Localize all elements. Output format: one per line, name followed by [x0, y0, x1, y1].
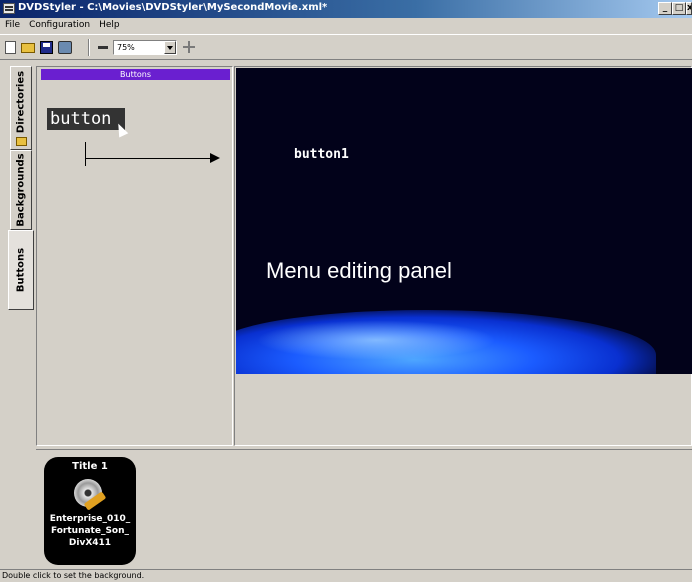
title-thumbnail[interactable]: Title 1 Enterprise_010_ Fortunate_Son_ D…: [44, 457, 136, 565]
arrow-right-icon: [210, 153, 220, 163]
zoom-select[interactable]: 75%: [113, 40, 177, 55]
window-title: DVDStyler - C:\Movies\DVDStyler\MySecond…: [18, 2, 328, 13]
menu-editor-area: button1 Menu editing panel: [234, 66, 692, 446]
maximize-button[interactable]: □: [672, 2, 686, 15]
status-bar: Double click to set the background.: [0, 569, 692, 582]
buttons-panel: Buttons button: [36, 66, 233, 446]
menu-configuration[interactable]: Configuration: [24, 18, 94, 30]
dvdstyler-window: DVDStyler - C:\Movies\DVDStyler\MySecond…: [0, 0, 692, 582]
save-button[interactable]: [40, 40, 56, 55]
mouse-cursor-icon: [113, 121, 129, 138]
titleset-panel: Title 1 Enterprise_010_ Fortunate_Son_ D…: [36, 449, 692, 569]
menu-bar: File Configuration Help: [0, 18, 692, 34]
title-label: Title 1: [72, 461, 108, 472]
save-icon: [40, 41, 53, 54]
menu-canvas[interactable]: button1 Menu editing panel: [236, 68, 692, 374]
open-folder-icon: [21, 43, 35, 53]
new-file-icon: [5, 41, 16, 54]
zoom-in-icon[interactable]: [183, 41, 195, 53]
settings-icon: [58, 41, 72, 54]
drag-arrow-line: [85, 158, 211, 159]
title-filename: Enterprise_010_ Fortunate_Son_ DivX411: [49, 514, 131, 548]
new-file-button[interactable]: [3, 40, 19, 55]
settings-button[interactable]: [58, 40, 74, 55]
toolbar-separator: [88, 39, 90, 56]
folder-icon: [16, 137, 27, 146]
menu-help[interactable]: Help: [94, 18, 124, 30]
chevron-down-icon[interactable]: [164, 41, 176, 54]
panel-header: Buttons: [41, 69, 230, 80]
minimize-button[interactable]: _: [658, 2, 672, 15]
drag-arrow-line: [85, 142, 86, 166]
background-highlight: [256, 320, 496, 360]
canvas-annotation: Menu editing panel: [266, 258, 452, 283]
tab-directories[interactable]: Directories: [10, 66, 32, 150]
zoom-out-icon[interactable]: [98, 46, 108, 49]
app-icon: [3, 3, 15, 14]
open-button[interactable]: [21, 40, 37, 55]
toolbar: 75%: [0, 34, 692, 60]
menu-button[interactable]: button1: [294, 147, 349, 162]
zoom-value: 75%: [117, 43, 135, 52]
title-bar: DVDStyler - C:\Movies\DVDStyler\MySecond…: [0, 0, 692, 18]
tab-backgrounds[interactable]: Backgrounds: [10, 150, 32, 230]
close-button[interactable]: x: [686, 2, 692, 15]
menu-file[interactable]: File: [0, 18, 24, 30]
tab-buttons[interactable]: Buttons: [8, 230, 34, 310]
